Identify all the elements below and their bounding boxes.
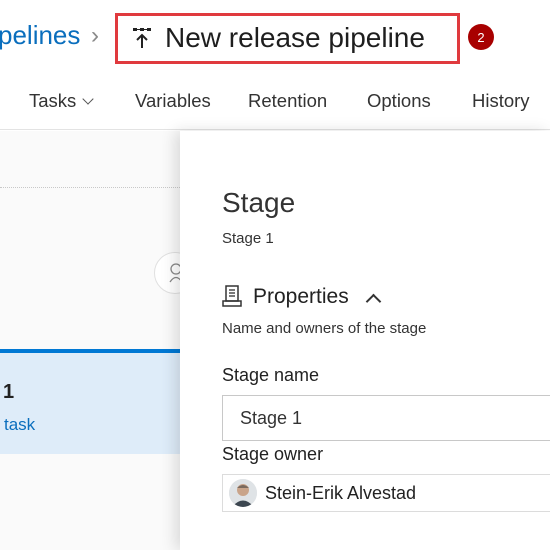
tab-tasks-label: Tasks xyxy=(29,90,77,111)
chevron-up-icon[interactable] xyxy=(365,293,382,310)
chevron-down-icon xyxy=(82,93,94,105)
avatar xyxy=(229,479,257,507)
stage-card-name: 1 xyxy=(3,381,15,403)
canvas-divider xyxy=(0,187,180,188)
tab-tasks[interactable]: Tasks xyxy=(29,90,94,112)
stage-properties-panel: Stage Stage 1 Properties Name and owners… xyxy=(180,131,550,550)
breadcrumb-separator: › xyxy=(91,22,99,49)
page-title: New release pipeline xyxy=(165,22,425,53)
header-bar: pelines › New release pipeline 2 xyxy=(0,0,550,78)
stage-name-label: Stage name xyxy=(222,365,320,385)
properties-section-description: Name and owners of the stage xyxy=(222,320,427,337)
panel-subheading: Stage 1 xyxy=(222,230,274,247)
pipeline-icon xyxy=(133,28,151,48)
properties-section-title[interactable]: Properties xyxy=(253,285,349,309)
tab-retention[interactable]: Retention xyxy=(248,90,327,112)
stage-name-input[interactable] xyxy=(222,395,550,441)
stage-card[interactable]: 1 task xyxy=(0,349,180,454)
tab-options[interactable]: Options xyxy=(367,90,431,112)
properties-icon xyxy=(222,285,242,307)
notification-badge: 2 xyxy=(468,24,494,50)
tab-history[interactable]: History xyxy=(472,90,530,112)
pipeline-tabs: Tasks Variables Retention Options Histor… xyxy=(0,78,550,130)
page-title-highlight: New release pipeline xyxy=(115,13,460,64)
stage-card-task-link[interactable]: task xyxy=(4,415,35,435)
breadcrumb-pipelines-link[interactable]: pelines xyxy=(0,20,80,51)
tab-variables[interactable]: Variables xyxy=(135,90,211,112)
stage-owner-label: Stage owner xyxy=(222,444,324,464)
pipeline-canvas: 1 task xyxy=(0,131,180,550)
panel-heading: Stage xyxy=(222,187,296,218)
stage-owner-name: Stein-Erik Alvestad xyxy=(265,483,417,503)
stage-owner-picker[interactable]: Stein-Erik Alvestad xyxy=(222,474,550,512)
